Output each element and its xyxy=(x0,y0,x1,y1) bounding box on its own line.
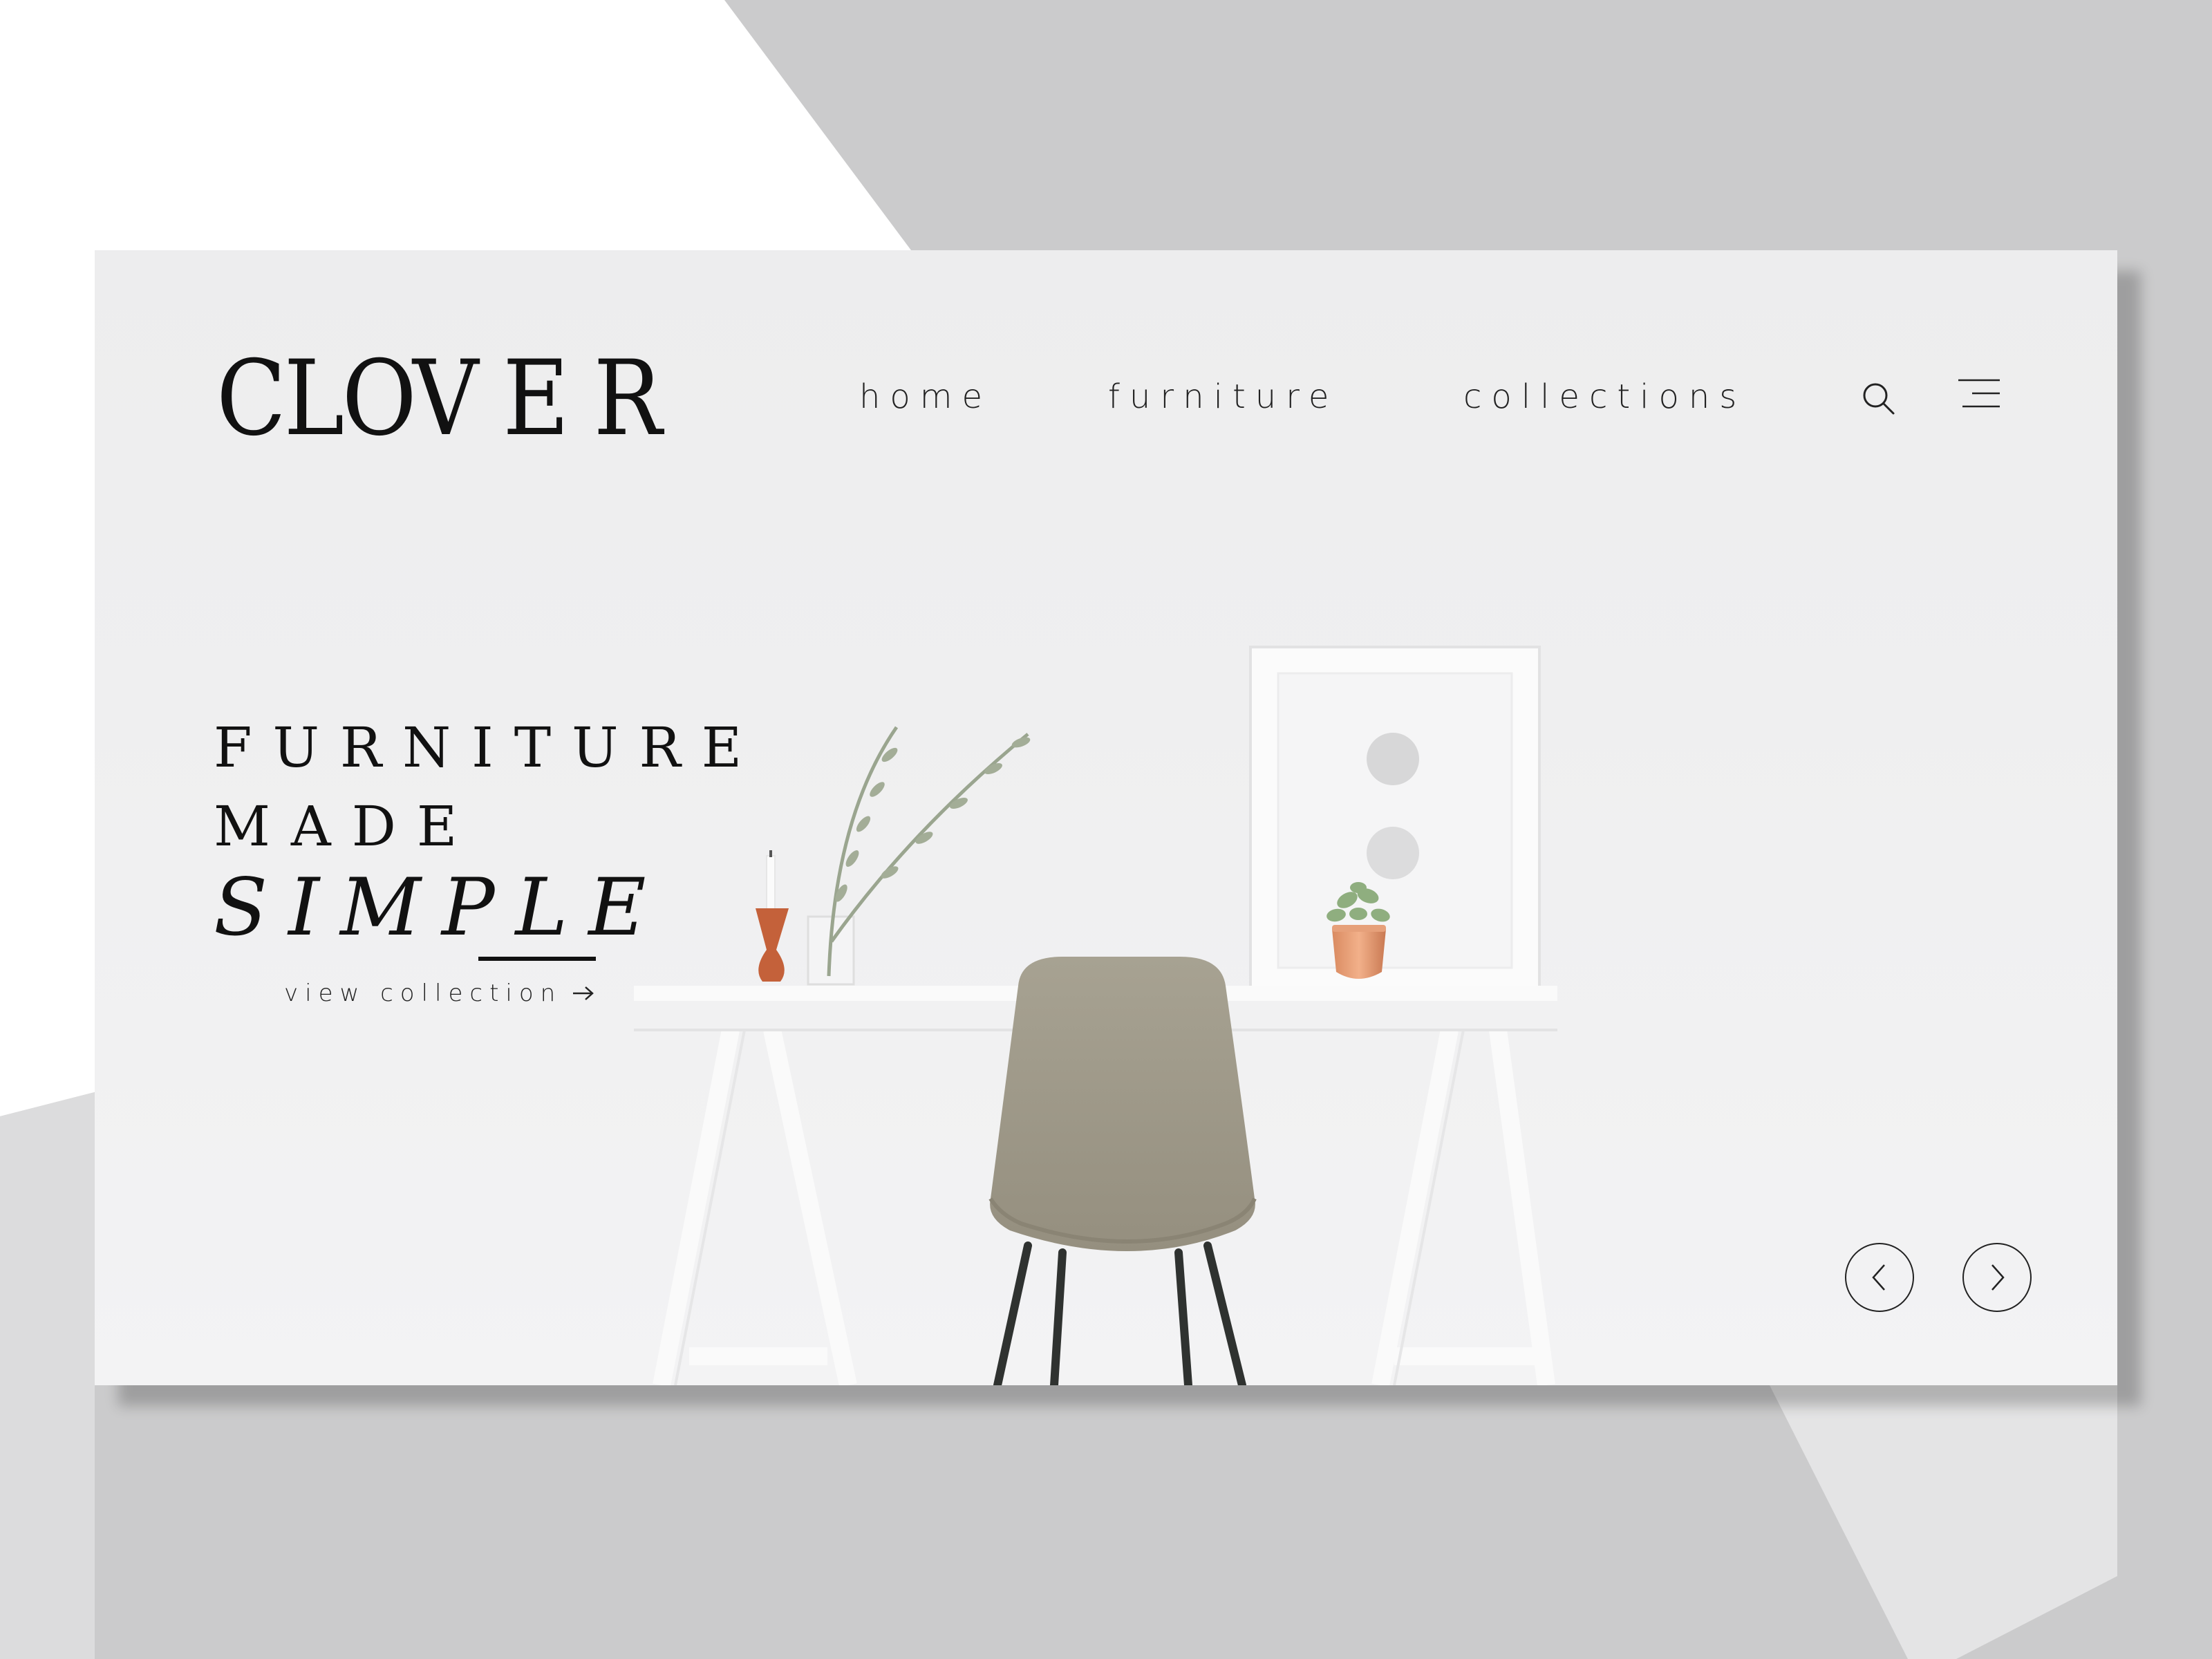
search-icon xyxy=(1863,383,1895,415)
view-collection-link[interactable]: view collection xyxy=(284,982,595,1005)
carousel-next-button[interactable] xyxy=(1962,1243,2032,1312)
brand-logo[interactable]: CLOV E R xyxy=(216,347,662,451)
chevron-right-icon xyxy=(1991,1264,2005,1291)
search-button[interactable] xyxy=(1859,379,1897,418)
carousel-prev-button[interactable] xyxy=(1845,1243,1914,1312)
hero-headline: FURNITURE MADE SIMPLE xyxy=(214,720,762,947)
chevron-left-icon xyxy=(1872,1264,1885,1291)
nav-item-furniture[interactable]: furniture xyxy=(1108,380,1338,413)
arrow-right-icon xyxy=(573,986,594,1000)
nav-item-collections[interactable]: collections xyxy=(1463,380,1746,413)
headline-line-1: FURNITURE xyxy=(214,715,763,780)
hamburger-menu-icon xyxy=(1958,379,2000,408)
headline-underline xyxy=(478,957,596,961)
headline-line-3: SIMPLE xyxy=(214,861,667,953)
headline-line-2: MADE xyxy=(214,794,478,859)
nav-item-home[interactable]: home xyxy=(859,380,992,413)
menu-button[interactable] xyxy=(1956,375,2004,413)
view-collection-label: view collection xyxy=(284,980,563,1007)
hero-card: CLOV E R home furniture collections FURN… xyxy=(95,250,2117,1385)
